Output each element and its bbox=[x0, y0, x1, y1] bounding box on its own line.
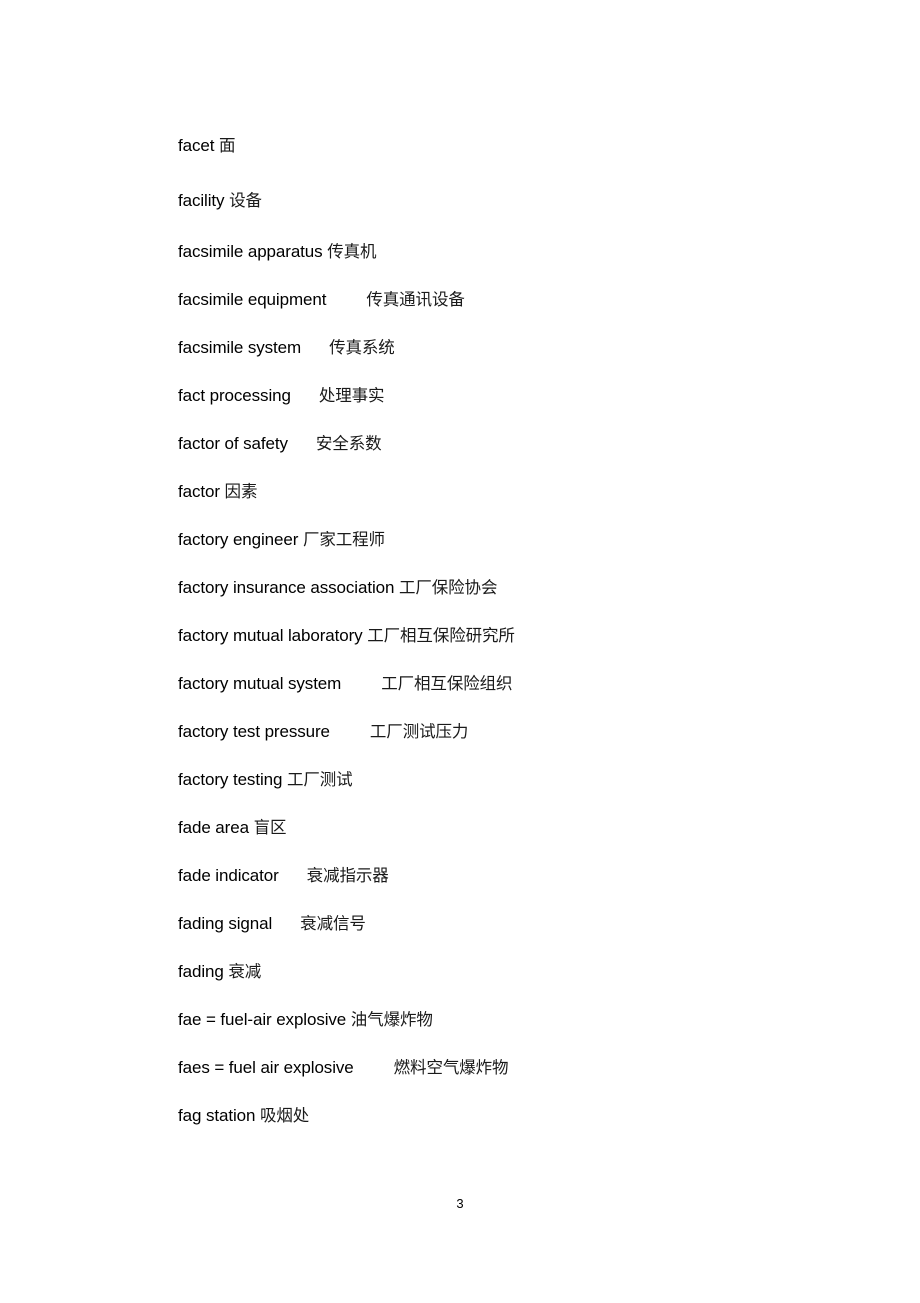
glossary-entry: fade indicator 衰减指示器 bbox=[178, 852, 778, 900]
entry-translation: 工厂相互保险组织 bbox=[381, 674, 513, 693]
entry-term: factory testing bbox=[178, 770, 283, 789]
entry-term: fading signal bbox=[178, 914, 273, 933]
entry-term: factory engineer bbox=[178, 530, 299, 549]
glossary-entry: factor of safety 安全系数 bbox=[178, 420, 778, 468]
entry-translation: 工厂测试压力 bbox=[369, 722, 469, 741]
glossary-entry: fact processing 处理事实 bbox=[178, 372, 778, 420]
glossary-entry: factory test pressure 工厂测试压力 bbox=[178, 708, 778, 756]
glossary-entry: fae = fuel-air explosive 油气爆炸物 bbox=[178, 996, 778, 1044]
glossary-entry: fading signal 衰减信号 bbox=[178, 900, 778, 948]
entry-term: factory mutual laboratory bbox=[178, 626, 363, 645]
entry-translation: 设备 bbox=[229, 191, 262, 210]
glossary-entry: facility 设备 bbox=[178, 173, 778, 228]
entry-translation: 传真通讯设备 bbox=[366, 290, 465, 309]
glossary-entry: fag station 吸烟处 bbox=[178, 1092, 778, 1140]
entry-translation: 衰减 bbox=[228, 962, 262, 981]
entry-term: fade area bbox=[178, 818, 249, 837]
entry-translation: 工厂保险协会 bbox=[398, 578, 498, 597]
glossary-entry: factory testing 工厂测试 bbox=[178, 756, 778, 804]
glossary-entry: factory mutual laboratory 工厂相互保险研究所 bbox=[178, 612, 778, 660]
entry-translation: 面 bbox=[218, 136, 236, 155]
entry-translation: 安全系数 bbox=[315, 434, 382, 453]
page-number: 3 bbox=[456, 1196, 464, 1211]
entry-translation: 油气爆炸物 bbox=[350, 1010, 433, 1029]
entry-translation: 衰减指示器 bbox=[306, 866, 389, 885]
entry-term: fading bbox=[178, 962, 224, 981]
entry-translation: 处理事实 bbox=[318, 386, 385, 405]
entry-translation: 厂家工程师 bbox=[302, 530, 385, 549]
entry-term: facsimile apparatus bbox=[178, 242, 323, 261]
entry-term: fact processing bbox=[178, 386, 291, 405]
entry-translation: 传真机 bbox=[327, 242, 377, 261]
entry-term: fag station bbox=[178, 1106, 256, 1125]
glossary-entry: factory insurance association 工厂保险协会 bbox=[178, 564, 778, 612]
entry-term: factory mutual system bbox=[178, 674, 342, 693]
entry-term: factor of safety bbox=[178, 434, 288, 453]
entry-term: facsimile equipment bbox=[178, 290, 327, 309]
entry-term: factor bbox=[178, 482, 220, 501]
entry-term: facsimile system bbox=[178, 338, 302, 357]
glossary-entry: fading 衰减 bbox=[178, 948, 778, 996]
glossary-entry: fade area 盲区 bbox=[178, 804, 778, 852]
entry-translation: 因素 bbox=[224, 482, 258, 501]
entry-translation: 盲区 bbox=[253, 818, 287, 837]
glossary-entry: faes = fuel air explosive 燃料空气爆炸物 bbox=[178, 1044, 778, 1092]
document-page: facet 面 facility 设备 facsimile apparatus 传真… bbox=[0, 0, 920, 1303]
entry-term: factory test pressure bbox=[178, 722, 330, 741]
entry-translation: 工厂测试 bbox=[286, 770, 353, 789]
entry-term: facility bbox=[178, 191, 225, 210]
glossary-entry: facet 面 bbox=[178, 118, 778, 173]
entry-translation: 衰减信号 bbox=[300, 914, 366, 933]
entry-translation: 吸烟处 bbox=[259, 1106, 310, 1125]
entry-term: fade indicator bbox=[178, 866, 279, 885]
entry-term: fae = fuel-air explosive bbox=[178, 1010, 347, 1029]
glossary-entry: factory mutual system 工厂相互保险组织 bbox=[178, 660, 778, 708]
glossary-entry: facsimile system 传真系统 bbox=[178, 324, 778, 372]
glossary-entry: factor 因素 bbox=[178, 468, 778, 516]
glossary-entry: facsimile equipment 传真通讯设备 bbox=[178, 276, 778, 324]
glossary-entry: factory engineer 厂家工程师 bbox=[178, 516, 778, 564]
entry-term: faes = fuel air explosive bbox=[178, 1058, 354, 1077]
entry-translation: 燃料空气爆炸物 bbox=[393, 1058, 509, 1077]
entry-term: factory insurance association bbox=[178, 578, 395, 597]
entry-translation: 工厂相互保险研究所 bbox=[367, 626, 515, 645]
entry-translation: 传真系统 bbox=[329, 338, 395, 357]
entry-term: facet bbox=[178, 136, 215, 155]
glossary-entry: facsimile apparatus 传真机 bbox=[178, 228, 778, 276]
glossary-entry-list: facet 面 facility 设备 facsimile apparatus 传真… bbox=[178, 118, 778, 1140]
